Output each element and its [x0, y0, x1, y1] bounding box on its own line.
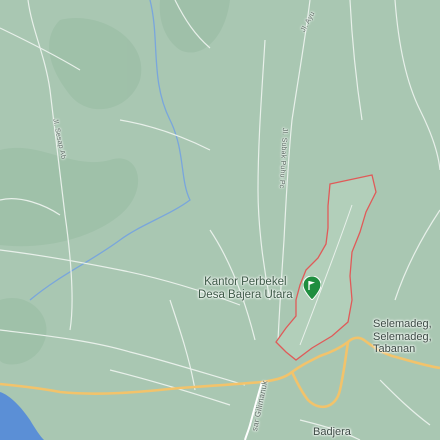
poi-label-line2: Desa Bajera Utara [198, 289, 293, 302]
flag-pin-icon[interactable] [302, 275, 322, 301]
place-line-1: Selemadeg, [373, 318, 432, 330]
pin-shape [302, 275, 322, 301]
place-line-3: Tabanan [373, 343, 416, 356]
map-canvas[interactable]: Jl. Ayu Jl. Sesap Ab Jl. Subak Puhu Pc s… [0, 0, 440, 440]
village-boundary [275, 174, 377, 361]
place-line-2: Selemadeg, [373, 330, 432, 343]
terrain-shading [0, 0, 230, 365]
poi-label[interactable]: Kantor Perbekel Desa Bajera Utara [198, 276, 293, 302]
place-label-selemadeg: Selemadeg, Selemadeg, Tabanan [373, 318, 432, 356]
place-label-badjera: Badjera [313, 426, 351, 438]
poi-label-line1: Kantor Perbekel [204, 276, 287, 288]
map-base-layer [0, 0, 440, 440]
sea-area [0, 392, 44, 440]
